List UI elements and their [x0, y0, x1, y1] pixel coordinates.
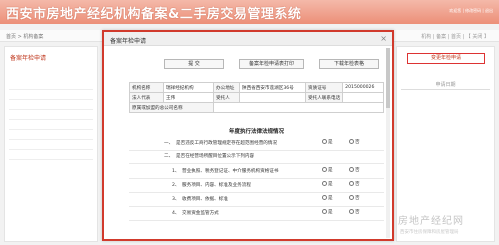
- list-row: [9, 111, 93, 120]
- app-title: 西安市房地产经纪机构备案&二手房交易管理系统: [6, 7, 302, 22]
- breadcrumb: 首页 > 机构备案: [6, 34, 44, 40]
- question-number: 一、: [164, 141, 174, 146]
- radio-no[interactable]: 否: [349, 209, 360, 215]
- radio-yes[interactable]: 是: [322, 209, 333, 215]
- agency-info-table: 机构名称 瑞祥经纪机构 办公地址 陕西省西安市莲湖区36号 资质证号 20150…: [129, 82, 384, 113]
- label-trustee: 受托人: [213, 92, 240, 103]
- dialog-toolbar: 提 交 备案年检申请表打印 下载年检表格: [164, 59, 379, 69]
- radio-icon: [349, 167, 354, 172]
- list-row: [9, 91, 93, 100]
- office-address-field[interactable]: 陕西省西安市莲湖区36号: [239, 82, 306, 93]
- side-title: 备案年检申请: [10, 55, 47, 62]
- divider: [129, 178, 384, 179]
- close-icon[interactable]: ×: [380, 34, 387, 43]
- question-number: 4、: [172, 211, 180, 216]
- label-license-no: 资质证号: [304, 82, 344, 93]
- radio-yes[interactable]: 是: [322, 139, 333, 145]
- question-number: 二、: [164, 154, 174, 159]
- header-links[interactable]: 欢迎您 | 修改密码 | 退出: [449, 8, 493, 14]
- radio-yes[interactable]: 是: [322, 195, 333, 201]
- label-trustee-phone: 受托人联系电话: [304, 92, 344, 103]
- radio-no[interactable]: 否: [349, 181, 360, 187]
- radio-icon: [349, 195, 354, 200]
- list-row: [9, 131, 93, 140]
- app-header: 西安市房地产经纪机构备案&二手房交易管理系统 欢迎您 | 修改密码 | 退出: [0, 0, 499, 24]
- trustee-phone-field[interactable]: [342, 92, 384, 103]
- divider: [129, 206, 384, 207]
- legal-rep-field[interactable]: 王伟: [163, 92, 214, 103]
- question-number: 2、: [172, 183, 180, 188]
- question-text: 营业执照、税务登记证、中介服务机构资格证书: [182, 169, 279, 174]
- left-panel: 备案年检申请: [4, 46, 98, 242]
- radio-icon: [322, 181, 327, 186]
- list-row: [9, 81, 93, 90]
- list-row: [9, 151, 93, 160]
- question-text: 交易资金监管方式: [182, 211, 219, 216]
- radio-icon: [349, 181, 354, 186]
- label-head-company: 原属或加盟的总公司名称: [129, 102, 214, 113]
- divider: [129, 150, 384, 151]
- section-title: 年度执行法律法规情况: [228, 129, 284, 135]
- question-text: 是否在经营场所醒目位置公示下列内容: [176, 154, 255, 159]
- radio-no[interactable]: 否: [349, 195, 360, 201]
- radio-icon: [322, 195, 327, 200]
- radio-icon: [322, 167, 327, 172]
- scrollbar-thumb[interactable]: [386, 48, 390, 108]
- question-text: 收费项目、依据、标准: [182, 197, 228, 202]
- dialog-header: 备案年检申请 ×: [104, 32, 392, 46]
- divider: [129, 163, 384, 164]
- radio-icon: [322, 139, 327, 144]
- trustee-field[interactable]: [239, 92, 306, 103]
- download-form-button[interactable]: 下载年检表格: [319, 59, 379, 69]
- dialog-scrollbar[interactable]: [386, 48, 390, 238]
- question-text: 是否违反工商行政管理规定存在超范围经营的情况: [176, 141, 278, 146]
- label-office-address: 办公地址: [213, 82, 240, 93]
- submit-button[interactable]: 提 交: [164, 59, 224, 69]
- watermark: 房地产经纪网: [398, 216, 464, 227]
- radio-icon: [322, 209, 327, 214]
- label-legal-rep: 法人代表: [129, 92, 164, 103]
- radio-no[interactable]: 否: [349, 139, 360, 145]
- radio-yes[interactable]: 是: [322, 181, 333, 187]
- question-text: 服务项目、内容、标准及业务流程: [182, 183, 251, 188]
- watermark-sub: 西安市住房保障和房屋管理局: [400, 230, 459, 235]
- question-number: 3、: [172, 197, 180, 202]
- page-tabs[interactable]: 机构 | 备案 | 首页 | 【 关闭 】: [421, 33, 489, 40]
- head-company-field[interactable]: [213, 102, 384, 113]
- agency-name-field[interactable]: 瑞祥经纪机构: [163, 82, 214, 93]
- radio-icon: [349, 209, 354, 214]
- apply-date-header: 申请日期: [401, 81, 490, 90]
- radio-icon: [349, 139, 354, 144]
- dialog-title: 备案年检申请: [110, 38, 147, 45]
- list-row: [9, 121, 93, 130]
- license-no-field[interactable]: 2015000026: [342, 82, 384, 93]
- change-inspection-button[interactable]: 变更年检申请: [407, 53, 485, 64]
- inspection-dialog: 备案年检申请 × 提 交 备案年检申请表打印 下载年检表格 机构名称 瑞祥经纪机…: [102, 30, 394, 241]
- list-row: [9, 141, 93, 150]
- radio-no[interactable]: 否: [349, 167, 360, 173]
- list-row: [9, 101, 93, 110]
- question-number: 1、: [172, 169, 180, 174]
- divider: [129, 220, 384, 221]
- label-agency-name: 机构名称: [129, 82, 164, 93]
- divider: [129, 192, 384, 193]
- print-application-button[interactable]: 备案年检申请表打印: [239, 59, 304, 69]
- radio-yes[interactable]: 是: [322, 167, 333, 173]
